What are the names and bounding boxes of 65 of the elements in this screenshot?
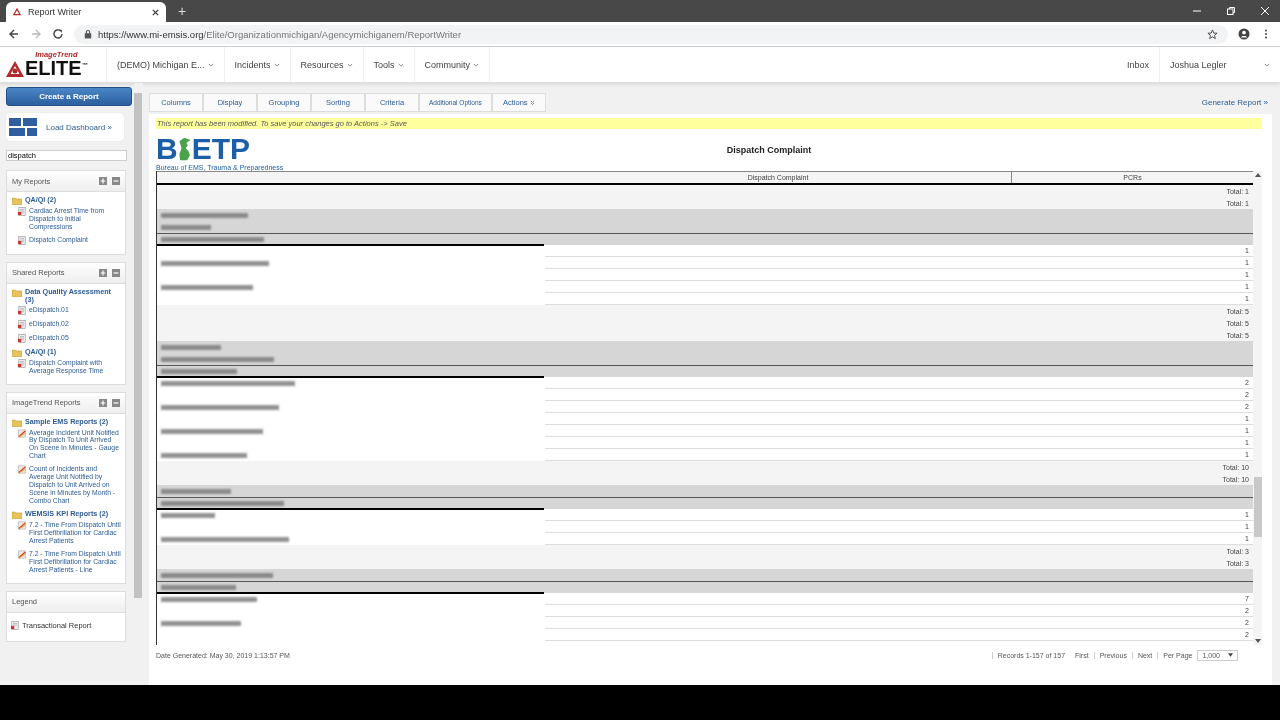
caret-icon (1264, 62, 1270, 67)
report-icon (11, 620, 19, 630)
close-icon[interactable] (151, 7, 160, 17)
chart-report-icon (18, 549, 26, 559)
report-icon (18, 235, 26, 245)
caret-icon (207, 62, 214, 67)
collapse-icon[interactable] (112, 177, 120, 185)
logo-icon (12, 7, 22, 17)
address-bar[interactable]: https://www.mi-emsis.org/Elite/Organizationmichigan/Agencymichiganem/ReportWriter (74, 24, 1228, 44)
folder-icon (12, 288, 22, 297)
logo-icon (5, 59, 25, 78)
scroll-down-icon[interactable] (1254, 639, 1261, 643)
nav-menu[interactable]: Resources (290, 47, 364, 82)
folder-icon (12, 418, 22, 427)
folder-icon (12, 197, 22, 205)
caret-icon (273, 62, 280, 67)
caret-icon (1228, 653, 1233, 657)
expand-icon[interactable] (99, 398, 107, 407)
caret-icon (529, 99, 535, 105)
report-icon (18, 319, 26, 329)
logo-letters: ETP (191, 133, 251, 164)
expand-icon[interactable] (99, 177, 107, 185)
create-report-button[interactable]: Create a Report (6, 87, 132, 106)
blurred-text (161, 345, 221, 350)
dashboard-icon (9, 118, 37, 136)
report-icon (18, 207, 26, 216)
generate-report-link[interactable]: Generate Report » (1201, 97, 1272, 107)
expand-icon[interactable] (99, 268, 107, 277)
lock-icon (84, 29, 92, 39)
caret-icon (346, 62, 353, 67)
folder-icon (12, 348, 22, 357)
user-menu[interactable]: Joshua Legler (1160, 47, 1280, 82)
report-title: Dispatch Complaint (725, 145, 813, 155)
collapse-icon[interactable] (112, 398, 120, 407)
nav-menu[interactable]: (DEMO) Michigan E... (107, 47, 225, 82)
report-icon (18, 333, 26, 343)
folder-icon (12, 510, 22, 519)
nav-menu[interactable]: Incidents (224, 47, 291, 82)
restore-icon[interactable] (1226, 6, 1236, 16)
scroll-up-icon[interactable] (1254, 173, 1261, 177)
blurred-text (161, 225, 211, 230)
load-dashboard-card[interactable]: Load Dashboard » (6, 113, 124, 141)
back-icon[interactable] (8, 28, 20, 40)
new-tab-button[interactable]: + (178, 3, 187, 19)
inbox-link[interactable]: Inbox (1116, 47, 1160, 82)
report-icon (18, 358, 26, 368)
reload-icon[interactable] (52, 28, 64, 40)
caret-icon (397, 62, 404, 67)
blurred-text (161, 512, 215, 518)
chart-report-icon (18, 465, 26, 475)
nav-menu[interactable]: Community (414, 47, 491, 82)
browser-tab[interactable]: Report Writer (6, 2, 166, 22)
scroll-thumb[interactable] (1253, 477, 1262, 537)
account-icon[interactable] (1238, 28, 1250, 40)
caret-icon (473, 62, 480, 67)
chart-report-icon (18, 520, 26, 530)
star-icon[interactable] (1207, 28, 1218, 40)
nav-menu[interactable]: Tools (363, 47, 415, 82)
blurred-text (161, 489, 231, 494)
collapse-icon[interactable] (112, 268, 120, 277)
chart-report-icon (18, 428, 26, 438)
tab-title: Report Writer (28, 7, 82, 17)
brand-name: ELITE$^{™}$ (25, 58, 88, 79)
report-icon (18, 305, 26, 315)
logo-letter: B (156, 133, 178, 164)
